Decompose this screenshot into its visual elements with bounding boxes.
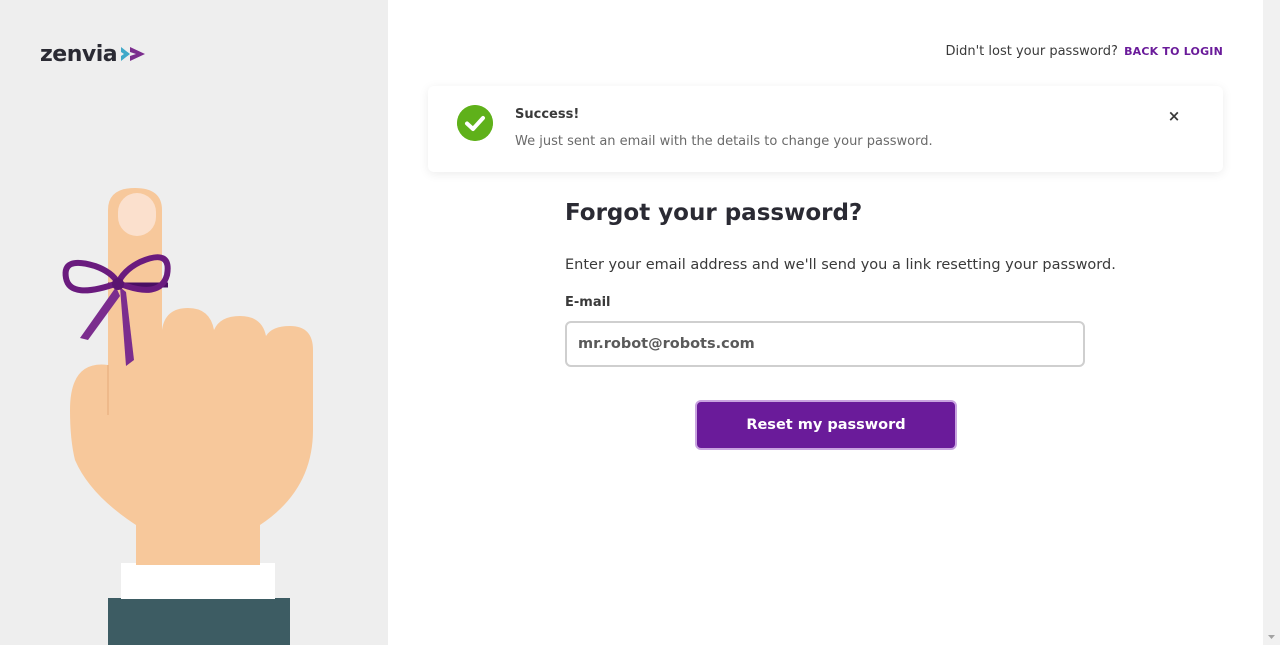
logo-text: zenvia xyxy=(40,41,118,67)
check-circle-icon xyxy=(457,105,493,141)
left-panel: zenvia xyxy=(0,0,388,645)
email-label: E-mail xyxy=(565,295,611,310)
alert-title: Success! xyxy=(515,107,580,122)
back-to-login-prompt: Didn't lost your password? BACK TO LOGIN xyxy=(945,44,1223,59)
zenvia-logo[interactable]: zenvia xyxy=(40,39,147,69)
page-title: Forgot your password? xyxy=(565,200,863,226)
close-icon[interactable]: × xyxy=(1166,108,1182,124)
success-alert: Success! We just sent an email with the … xyxy=(428,86,1223,172)
back-to-login-link[interactable]: BACK TO LOGIN xyxy=(1124,45,1223,58)
email-field[interactable] xyxy=(565,321,1085,367)
double-chevron-icon xyxy=(121,47,146,61)
reset-password-button[interactable]: Reset my password xyxy=(695,400,957,450)
finger-ribbon-illustration xyxy=(62,188,313,645)
form-description: Enter your email address and we'll send … xyxy=(565,257,1116,273)
lost-password-question: Didn't lost your password? xyxy=(945,44,1118,59)
scroll-down-arrow-icon[interactable] xyxy=(1265,630,1278,643)
alert-message: We just sent an email with the details t… xyxy=(515,134,933,149)
scrollbar[interactable] xyxy=(1263,0,1280,645)
